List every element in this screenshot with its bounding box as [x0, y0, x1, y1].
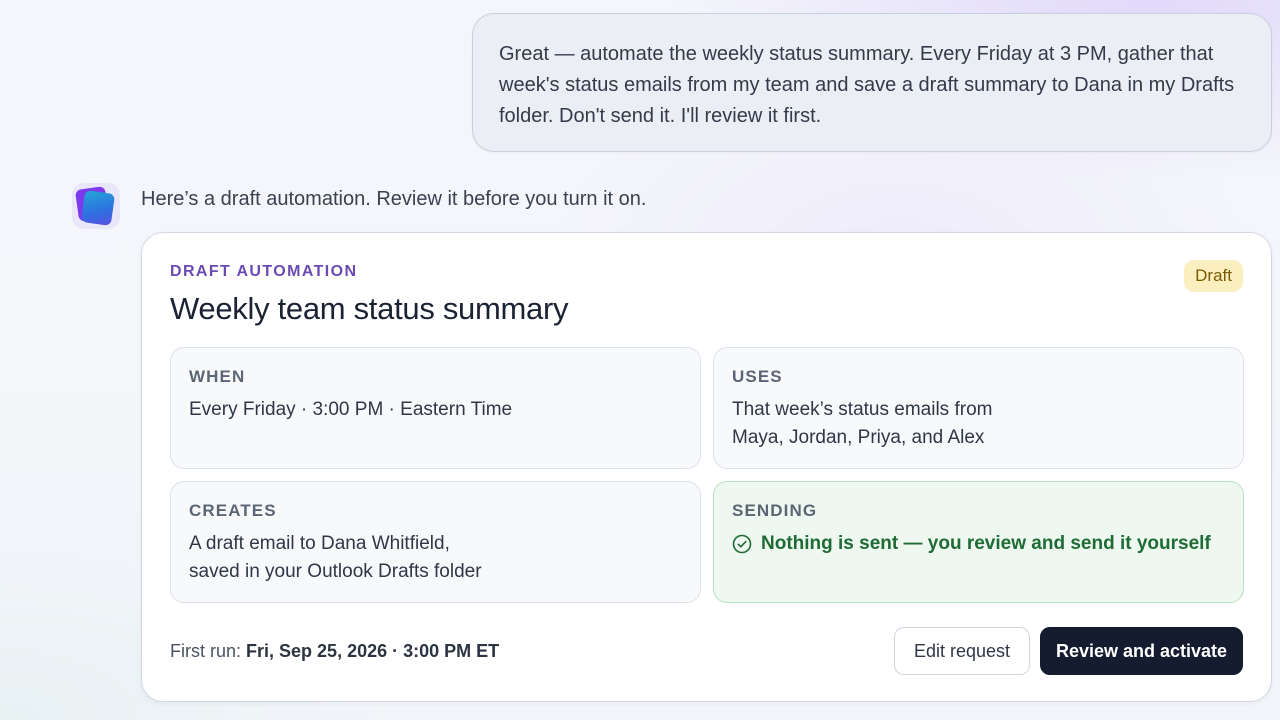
- assistant-intro-text: Here’s a draft automation. Review it bef…: [141, 188, 647, 210]
- creates-label: CREATES: [189, 501, 277, 520]
- creates-tile: CREATES A draft email to Dana Whitfield,…: [170, 481, 701, 603]
- review-and-activate-button[interactable]: Review and activate: [1040, 627, 1243, 675]
- creates-text-line2: saved in your Outlook Drafts folder: [189, 561, 482, 582]
- user-message-text: Great — automate the weekly status summa…: [499, 43, 1235, 127]
- when-label: WHEN: [189, 367, 246, 386]
- first-run-label: First run:: [170, 641, 242, 661]
- status-badge: Draft: [1184, 260, 1243, 292]
- creates-text-line1: A draft email to Dana Whitfield,: [189, 533, 450, 554]
- edit-request-button[interactable]: Edit request: [894, 627, 1030, 675]
- first-run-value: Fri, Sep 25, 2026 · 3:00 PM ET: [246, 641, 500, 661]
- card-title: Weekly team status summary: [170, 291, 569, 326]
- uses-text-line1: That week’s status emails from: [732, 399, 993, 420]
- sending-text: Nothing is sent — you review and send it…: [761, 533, 1211, 554]
- assistant-avatar: [72, 183, 120, 229]
- user-message-bubble: Great — automate the weekly status summa…: [472, 13, 1272, 152]
- uses-label: USES: [732, 367, 783, 386]
- automation-card: DRAFT AUTOMATION Weekly team status summ…: [141, 232, 1272, 702]
- when-text: Every Friday · 3:00 PM · Eastern Time: [189, 399, 513, 420]
- uses-text-line2: Maya, Jordan, Priya, and Alex: [732, 427, 985, 448]
- sending-row: Nothing is sent — you review and send it…: [732, 530, 1225, 558]
- card-eyebrow: DRAFT AUTOMATION: [170, 263, 358, 280]
- sending-label: SENDING: [732, 501, 818, 520]
- uses-tile: USES That week’s status emails from Maya…: [713, 347, 1244, 469]
- sending-tile: SENDING Nothing is sent — you review and…: [713, 481, 1244, 603]
- check-circle-icon: [732, 534, 752, 554]
- first-run: First run: Fri, Sep 25, 2026 · 3:00 PM E…: [170, 641, 499, 662]
- when-tile: WHEN Every Friday · 3:00 PM · Eastern Ti…: [170, 347, 701, 469]
